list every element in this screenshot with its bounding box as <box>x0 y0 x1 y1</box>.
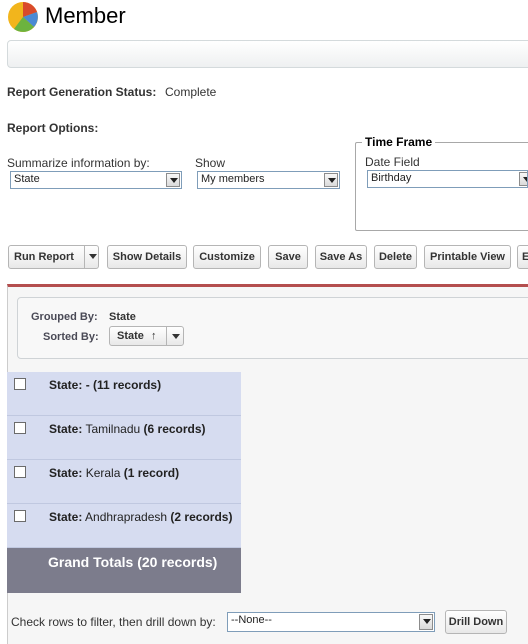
drilldown-label: Check rows to filter, then drill down by… <box>11 615 216 629</box>
save-button[interactable]: Save <box>268 245 308 269</box>
group-sort-box <box>17 297 528 359</box>
drilldown-select[interactable]: --None-- <box>227 612 435 632</box>
chevron-down-icon[interactable] <box>419 614 433 630</box>
drilldown-select-value: --None-- <box>231 614 272 626</box>
printable-view-button[interactable]: Printable View <box>424 245 511 269</box>
group-row-checkbox[interactable] <box>14 466 26 478</box>
show-select-value: My members <box>201 173 265 185</box>
date-field-label: Date Field <box>365 155 420 169</box>
chevron-down-icon <box>89 254 97 259</box>
group-row-count: (6 records) <box>143 422 206 436</box>
date-field-select-value: Birthday <box>371 172 412 184</box>
group-row-prefix: State: <box>49 510 83 524</box>
run-report-button[interactable]: Run Report <box>8 245 99 269</box>
date-field-select[interactable]: Birthday <box>367 170 528 188</box>
top-toolbar-bar <box>7 40 528 68</box>
status-value: Complete <box>165 85 217 99</box>
sort-dropdown[interactable] <box>166 327 184 345</box>
group-row-text: State: Tamilnadu (6 records) <box>49 422 206 436</box>
group-row-name: Kerala <box>85 466 121 480</box>
group-row-prefix: State: <box>49 466 83 480</box>
sort-field-value: State <box>117 330 144 342</box>
group-row-text: State: Kerala (1 record) <box>49 466 179 480</box>
chevron-down-icon[interactable] <box>166 173 180 187</box>
group-row-text: State: - (11 records) <box>49 378 161 392</box>
grouped-by-value: State <box>109 311 136 323</box>
show-label: Show <box>195 156 226 170</box>
report-options-heading: Report Options: <box>7 121 99 135</box>
grand-totals-row: Grand Totals (20 records) <box>7 548 241 593</box>
save-as-button[interactable]: Save As <box>315 245 367 269</box>
summarize-select-value: State <box>14 173 40 185</box>
grouped-by-label: Grouped By: <box>31 311 98 323</box>
status-label: Report Generation Status: <box>7 85 157 99</box>
grand-totals-label: Grand Totals (20 records) <box>48 554 218 570</box>
sort-ascending-icon[interactable]: ↑ <box>151 330 157 342</box>
group-row-name: Andhrapradesh <box>85 510 168 524</box>
group-row-name: Tamilnadu <box>85 422 141 436</box>
sort-by-state-button[interactable]: State ↑ <box>109 326 184 346</box>
group-row-checkbox[interactable] <box>14 510 26 522</box>
group-row-count: (1 record) <box>123 466 180 480</box>
run-report-dropdown[interactable] <box>84 246 98 268</box>
summarize-select[interactable]: State <box>10 171 182 189</box>
chevron-down-icon[interactable] <box>519 172 527 186</box>
group-row-prefix: State: <box>49 378 83 392</box>
customize-button[interactable]: Customize <box>193 245 261 269</box>
group-row-prefix: State: <box>49 422 83 436</box>
group-row-count: (11 records) <box>93 378 162 392</box>
export-button[interactable]: E <box>517 245 528 269</box>
group-row: State: Andhrapradesh (2 records) <box>7 504 241 548</box>
group-row-checkbox[interactable] <box>14 378 26 390</box>
group-row-name: - <box>85 378 90 392</box>
group-row-text: State: Andhrapradesh (2 records) <box>49 510 232 524</box>
group-row-checkbox[interactable] <box>14 422 26 434</box>
show-details-button[interactable]: Show Details <box>107 245 187 269</box>
group-row-count: (2 records) <box>170 510 233 524</box>
drill-down-button[interactable]: Drill Down <box>445 610 507 634</box>
run-report-label: Run Report <box>14 251 74 263</box>
report-logo-icon <box>8 2 38 32</box>
sorted-by-label: Sorted By: <box>43 331 99 343</box>
chevron-down-icon[interactable] <box>324 173 338 187</box>
summarize-label: Summarize information by: <box>7 156 150 170</box>
timeframe-legend: Time Frame <box>362 135 436 149</box>
group-row: State: Kerala (1 record) <box>7 460 241 504</box>
delete-button[interactable]: Delete <box>374 245 417 269</box>
chevron-down-icon <box>172 334 180 339</box>
show-select[interactable]: My members <box>197 171 340 189</box>
group-row: State: - (11 records) <box>7 372 241 416</box>
page-title: Member <box>45 3 126 28</box>
group-row: State: Tamilnadu (6 records) <box>7 416 241 460</box>
